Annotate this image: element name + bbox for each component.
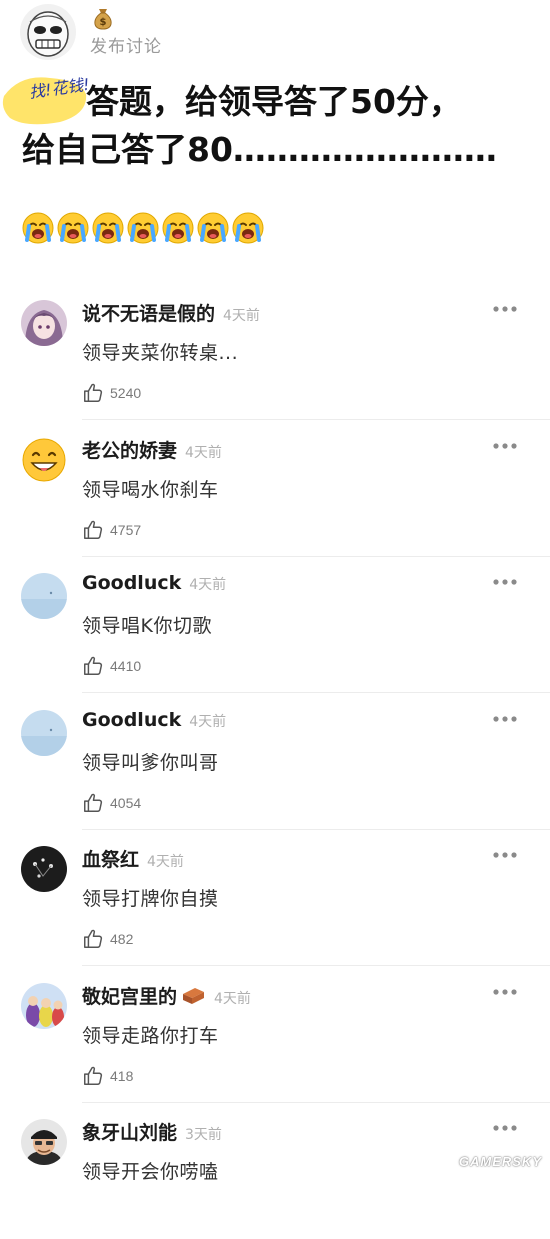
post-title-line2: 给自己答了80……………………	[22, 130, 497, 169]
thumbs-up-icon[interactable]	[82, 382, 104, 404]
comment-text: 领导开会你唠嗑	[82, 1161, 219, 1183]
loudly-crying-face-icon	[22, 212, 54, 252]
like-button[interactable]: 4410	[82, 655, 141, 677]
comment-item[interactable]: Goodluck 4天前 领导唱K你切歌 4410	[0, 557, 550, 693]
more-dots-icon[interactable]	[492, 300, 518, 312]
teletubbies-avatar[interactable]	[21, 982, 67, 1029]
comment-item[interactable]: Goodluck 4天前 领导叫爹你叫哥 4054	[0, 694, 550, 830]
like-count: 4757	[110, 521, 142, 538]
comment-text: 领导唱K你切歌	[82, 615, 212, 637]
brick-icon	[183, 987, 205, 1004]
like-count: 418	[110, 1067, 134, 1084]
like-count: 482	[110, 931, 134, 947]
comment-timestamp: 4天前	[189, 713, 227, 730]
loudly-crying-face-icon	[57, 212, 89, 252]
more-dots-icon[interactable]	[492, 710, 518, 722]
loudly-crying-face-icon	[127, 212, 159, 252]
sky-avatar[interactable]	[21, 573, 67, 619]
comment-username-text[interactable]: 敬妃宫里的	[82, 986, 177, 1008]
poster-avatar[interactable]	[20, 4, 76, 60]
grinning-emoji-avatar[interactable]	[21, 436, 67, 483]
comment-item[interactable]: 敬妃宫里的 4天前 领导走路你打车 418	[0, 967, 550, 1103]
post-header: $ 发布讨论	[0, 0, 550, 70]
watermark: GAMERSKY	[458, 1154, 542, 1169]
like-button[interactable]: 418	[82, 1065, 133, 1087]
post-title: 答题，给领导答了50分， 给自己答了80……………………	[22, 78, 542, 174]
comment-timestamp: 4天前	[147, 854, 184, 870]
like-button[interactable]: 4757	[82, 519, 141, 541]
comment-text: 领导夹菜你转桌...	[82, 342, 239, 364]
comment-item[interactable]: 血祭红 4天前 领导打牌你自摸 482	[0, 830, 550, 966]
comment-username[interactable]: 象牙山刘能 3天前	[82, 1118, 222, 1145]
more-dots-icon[interactable]	[492, 983, 518, 995]
comment-username[interactable]: 说不无语是假的 4天前	[82, 299, 260, 326]
loudly-crying-face-icon	[92, 212, 124, 252]
comment-text: 领导走路你打车	[82, 1024, 219, 1047]
like-button[interactable]: 4054	[82, 792, 141, 814]
comment-text: 领导打牌你自摸	[82, 888, 219, 910]
comment-username-text[interactable]: 血祭红	[82, 849, 139, 871]
more-dots-icon[interactable]	[492, 1119, 518, 1131]
comment-text: 领导叫爹你叫哥	[82, 751, 219, 774]
comment-username[interactable]: Goodluck 4天前	[82, 572, 226, 594]
comment-item[interactable]: 老公的娇妻 4天前 领导喝水你刹车 4757	[0, 421, 550, 557]
like-count: 4054	[110, 794, 142, 811]
sky-avatar[interactable]	[21, 709, 67, 756]
comment-username[interactable]: 敬妃宫里的 4天前	[82, 982, 251, 1009]
more-dots-icon[interactable]	[492, 573, 518, 585]
thumbs-up-icon[interactable]	[82, 655, 104, 677]
man-cap-avatar[interactable]	[21, 1119, 67, 1165]
comment-timestamp: 4天前	[214, 990, 251, 1007]
comment-username-text[interactable]: 老公的娇妻	[82, 440, 177, 462]
comment-timestamp: 4天前	[185, 444, 222, 461]
like-button[interactable]: 482	[82, 928, 133, 950]
thumbs-up-icon[interactable]	[82, 519, 104, 541]
post-title-line1: 答题，给领导答了50分，	[86, 82, 462, 121]
more-dots-icon[interactable]	[492, 846, 518, 858]
comment-username-text[interactable]: Goodluck	[82, 709, 181, 731]
loudly-crying-face-icon	[162, 212, 194, 252]
comment-username[interactable]: 血祭红 4天前	[82, 845, 184, 872]
comment-username-text[interactable]: 说不无语是假的	[82, 303, 215, 325]
comment-username[interactable]: 老公的娇妻 4天前	[82, 436, 222, 463]
thumbs-up-icon[interactable]	[82, 928, 104, 950]
loudly-crying-face-icon	[197, 212, 229, 252]
thumbs-up-icon[interactable]	[82, 792, 104, 814]
post-action-label: 发布讨论	[90, 37, 162, 57]
loudly-crying-face-icon	[232, 212, 264, 252]
more-dots-icon[interactable]	[492, 437, 518, 449]
anime-girl-avatar[interactable]	[21, 300, 67, 346]
comment-item[interactable]: 说不无语是假的 4天前 领导夹菜你转桌... 5240	[0, 284, 550, 420]
like-button[interactable]: 5240	[82, 382, 141, 404]
emoji-row	[22, 212, 264, 252]
comment-text: 领导喝水你刹车	[82, 478, 219, 501]
comment-timestamp: 3天前	[185, 1127, 222, 1143]
like-count: 4410	[110, 658, 142, 674]
comment-timestamp: 4天前	[223, 308, 260, 324]
dark-photo-avatar[interactable]	[21, 846, 67, 892]
comment-item[interactable]: 象牙山刘能 3天前 领导开会你唠嗑	[0, 1103, 550, 1239]
money-bag-icon: $	[92, 6, 114, 30]
svg-text:$: $	[100, 17, 107, 28]
comment-username[interactable]: Goodluck 4天前	[82, 709, 226, 731]
comment-timestamp: 4天前	[189, 577, 227, 593]
comment-username-text[interactable]: 象牙山刘能	[82, 1122, 177, 1144]
comment-username-text[interactable]: Goodluck	[82, 572, 181, 594]
meme-face-icon	[20, 4, 76, 60]
like-count: 5240	[110, 385, 142, 401]
thumbs-up-icon[interactable]	[82, 1065, 104, 1087]
